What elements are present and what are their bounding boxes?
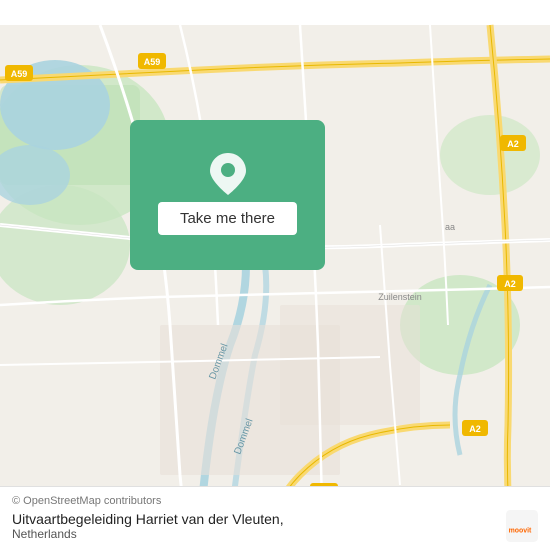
svg-text:A59: A59 bbox=[11, 69, 28, 79]
business-info: Uitvaartbegeleiding Harriet van der Vleu… bbox=[12, 511, 284, 541]
svg-text:A2: A2 bbox=[469, 424, 481, 434]
map-container: A59 A59 A2 A2 A2 A65 Dommel Dommel Zuile… bbox=[0, 0, 550, 550]
footer-bottom: Uitvaartbegeleiding Harriet van der Vleu… bbox=[12, 510, 538, 542]
pin-icon bbox=[210, 156, 246, 192]
svg-text:A59: A59 bbox=[144, 57, 161, 67]
location-card: Take me there bbox=[130, 120, 325, 270]
moovit-icon: moovit bbox=[506, 510, 538, 542]
map-svg: A59 A59 A2 A2 A2 A65 Dommel Dommel Zuile… bbox=[0, 0, 550, 550]
svg-text:moovit: moovit bbox=[509, 527, 532, 534]
business-country: Netherlands bbox=[12, 527, 284, 541]
attribution-text: © OpenStreetMap contributors bbox=[12, 495, 161, 507]
attribution: © OpenStreetMap contributors bbox=[12, 495, 538, 507]
svg-text:A2: A2 bbox=[504, 279, 516, 289]
take-me-there-button[interactable]: Take me there bbox=[158, 202, 297, 235]
svg-text:A2: A2 bbox=[507, 139, 519, 149]
business-name: Uitvaartbegeleiding Harriet van der Vleu… bbox=[12, 511, 284, 527]
svg-text:Zuilenstein: Zuilenstein bbox=[378, 292, 422, 302]
svg-text:aa: aa bbox=[445, 222, 455, 232]
moovit-logo: moovit bbox=[506, 510, 538, 542]
footer: © OpenStreetMap contributors Uitvaartbeg… bbox=[0, 486, 550, 550]
